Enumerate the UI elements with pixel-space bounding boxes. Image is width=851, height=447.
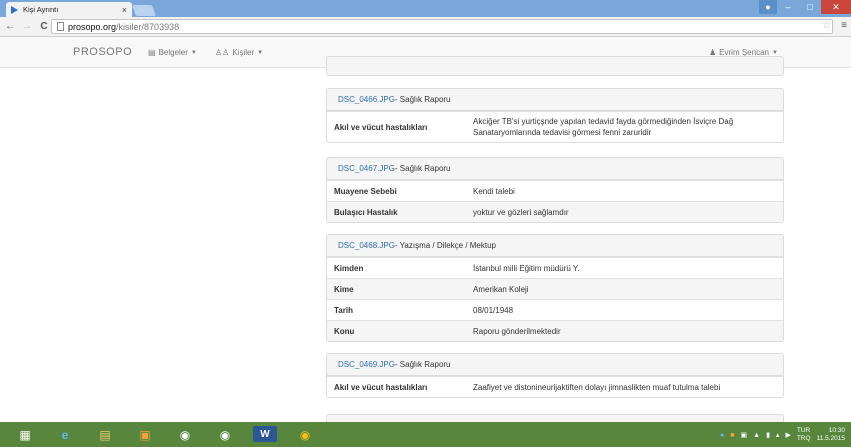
- tray-app-icon[interactable]: ●: [720, 432, 724, 439]
- tab-close-icon[interactable]: ×: [122, 5, 127, 15]
- table-row: Kimden İstanbul milli Eğitim müdürü Y.: [327, 257, 783, 278]
- table-row: Konu Raporu gönderilmektedir: [327, 320, 783, 341]
- field-label: Tarih: [334, 305, 353, 315]
- volume-icon[interactable]: ▶: [785, 431, 790, 439]
- camera-app-icon[interactable]: ◉: [168, 424, 202, 445]
- document-panel: DSC_0468.JPG - Yazışma / Dilekçe / Mektu…: [326, 234, 784, 342]
- table-row: Akıl ve vücut hastalıkları Akciğer TB'si…: [327, 111, 783, 142]
- forward-arrow-icon[interactable]: →: [20, 21, 34, 32]
- field-label: Akıl ve vücut hastalıkları: [334, 382, 428, 392]
- documents-menu[interactable]: ▤ Belgeler ▼: [148, 48, 197, 57]
- word-icon[interactable]: W: [253, 426, 277, 442]
- language-indicator[interactable]: TUR TRQ: [797, 427, 811, 443]
- battery-icon[interactable]: ▮: [766, 431, 770, 439]
- signal-icon[interactable]: ▴: [776, 431, 780, 439]
- browser-titlebar: Kişi Ayrıntı × ● – □ ✕: [0, 0, 851, 17]
- url-host: prosopo.org: [68, 21, 117, 32]
- field-value: Raporu gönderilmektedir: [473, 326, 561, 336]
- taskbar-apps: ▦ e ▤ ▣ ◉ ◉ W ◉: [8, 424, 322, 445]
- field-label: Kime: [334, 284, 354, 294]
- panel-heading: DSC_0467.JPG - Sağlık Raporu: [327, 158, 783, 180]
- table-row: Muayene Sebebi Kendi talebi: [327, 180, 783, 201]
- bookmark-star-icon[interactable]: ☆: [822, 20, 831, 31]
- document-link[interactable]: DSC_0469.JPG: [338, 360, 395, 369]
- document-type: - Sağlık Raporu: [394, 360, 451, 369]
- panel-heading: DSC_0469.JPG - Sağlık Raporu: [327, 354, 783, 376]
- internet-explorer-icon[interactable]: e: [48, 424, 82, 445]
- people-menu-label: Kişiler: [232, 48, 255, 57]
- profile-icon[interactable]: ●: [759, 0, 777, 14]
- document-panel: DSC_0467.JPG - Sağlık Raporu Muayene Seb…: [326, 157, 784, 223]
- brand-logo[interactable]: PROSOPO: [73, 46, 132, 58]
- keyboard-layout: TRQ: [796, 435, 811, 442]
- table-row: Bulaşıcı Hastalık yoktur ve gözleri sağl…: [327, 201, 783, 222]
- file-explorer-icon[interactable]: ▤: [88, 424, 122, 445]
- field-value: Zaafiyet ve distonineurijaktiften dolayı…: [473, 382, 721, 392]
- caret-down-icon: ▼: [771, 49, 778, 56]
- browser-tab[interactable]: Kişi Ayrıntı ×: [6, 2, 132, 17]
- caret-down-icon: ▼: [257, 49, 264, 56]
- tab-title: Kişi Ayrıntı: [23, 5, 59, 14]
- document-panel: DSC_0469.JPG - Sağlık Raporu Akıl ve vüc…: [326, 353, 784, 398]
- page-icon: [57, 22, 64, 31]
- language-code: TUR: [796, 427, 811, 434]
- browser-toolbar: ← → C prosopo.org/kisiler/8703938 ☆ ≡: [0, 17, 851, 37]
- clock[interactable]: 10:30 11.5.2015: [817, 427, 845, 443]
- close-window-icon[interactable]: ✕: [821, 0, 851, 14]
- clock-date: 11.5.2015: [816, 435, 845, 442]
- url-path: /kisiler/8703938: [116, 21, 180, 32]
- document-link[interactable]: DSC_0467.JPG: [338, 164, 395, 173]
- media-player-icon[interactable]: ◉: [208, 424, 242, 445]
- os-taskbar: ▦ e ▤ ▣ ◉ ◉ W ◉ ● ■ ▣ ▲ ▮ ▴ ▶ TUR TRQ 10…: [0, 422, 851, 447]
- document-type: - Yazışma / Dilekçe / Mektup: [394, 241, 496, 250]
- document-panel: DSC_0466.JPG - Sağlık Raporu Akıl ve vüc…: [326, 88, 784, 143]
- panel-heading: DSC_0468.JPG - Yazışma / Dilekçe / Mektu…: [327, 235, 783, 257]
- document-type: - Sağlık Raporu: [394, 95, 451, 104]
- field-label: Kimden: [334, 263, 364, 273]
- windows-start-icon[interactable]: ▦: [8, 424, 42, 445]
- document-panel-partial: [326, 56, 784, 76]
- document-link[interactable]: DSC_0466.JPG: [338, 95, 395, 104]
- minimize-icon[interactable]: –: [777, 0, 799, 14]
- people-icon: ♙♙: [215, 48, 230, 57]
- field-label: Konu: [334, 326, 355, 336]
- document-icon: ▤: [148, 48, 156, 57]
- maximize-icon[interactable]: □: [799, 0, 821, 14]
- field-value: Kendi talebi: [473, 186, 515, 196]
- documents-menu-label: Belgeler: [158, 48, 188, 57]
- table-row: Tarih 08/01/1948: [327, 299, 783, 320]
- field-label: Muayene Sebebi: [334, 186, 397, 196]
- table-row: Akıl ve vücut hastalıkları Zaafiyet ve d…: [327, 376, 783, 397]
- back-arrow-icon[interactable]: ←: [3, 21, 17, 32]
- field-label: Akıl ve vücut hastalıkları: [334, 122, 428, 132]
- browser-menu-icon[interactable]: ≡: [841, 20, 847, 31]
- tray-app-icon[interactable]: ■: [730, 432, 734, 439]
- field-label: Bulaşıcı Hastalık: [334, 207, 398, 217]
- chrome-icon[interactable]: ◉: [288, 424, 322, 445]
- system-tray: ● ■ ▣ ▲ ▮ ▴ ▶ TUR TRQ 10:30 11.5.2015: [720, 427, 845, 443]
- favicon-icon: [11, 5, 18, 14]
- panel-heading: DSC_0466.JPG - Sağlık Raporu: [327, 89, 783, 111]
- display-icon[interactable]: ▣: [741, 431, 748, 439]
- field-value: Amerikan Koleji: [473, 284, 529, 294]
- people-menu[interactable]: ♙♙ Kişiler ▼: [215, 48, 263, 57]
- field-value: İstanbul milli Eğitim müdürü Y.: [473, 263, 580, 273]
- document-link[interactable]: DSC_0468.JPG: [338, 241, 395, 250]
- caret-down-icon: ▼: [190, 49, 197, 56]
- table-row: Kime Amerikan Koleji: [327, 278, 783, 299]
- address-bar[interactable]: prosopo.org/kisiler/8703938: [51, 19, 833, 34]
- new-tab-button[interactable]: [131, 5, 157, 16]
- document-type: - Sağlık Raporu: [394, 164, 451, 173]
- field-value: 08/01/1948: [473, 305, 514, 315]
- network-icon[interactable]: ▲: [753, 432, 760, 439]
- media-app-icon[interactable]: ▣: [128, 424, 162, 445]
- field-value: yoktur ve gözleri sağlamdır: [473, 207, 569, 217]
- reload-icon[interactable]: C: [37, 21, 51, 32]
- field-value: Akciğer TB'si yurtiçşnde yapılan tedavid…: [473, 117, 734, 137]
- clock-time: 10:30: [828, 427, 845, 434]
- window-controls: ● – □ ✕: [759, 0, 851, 14]
